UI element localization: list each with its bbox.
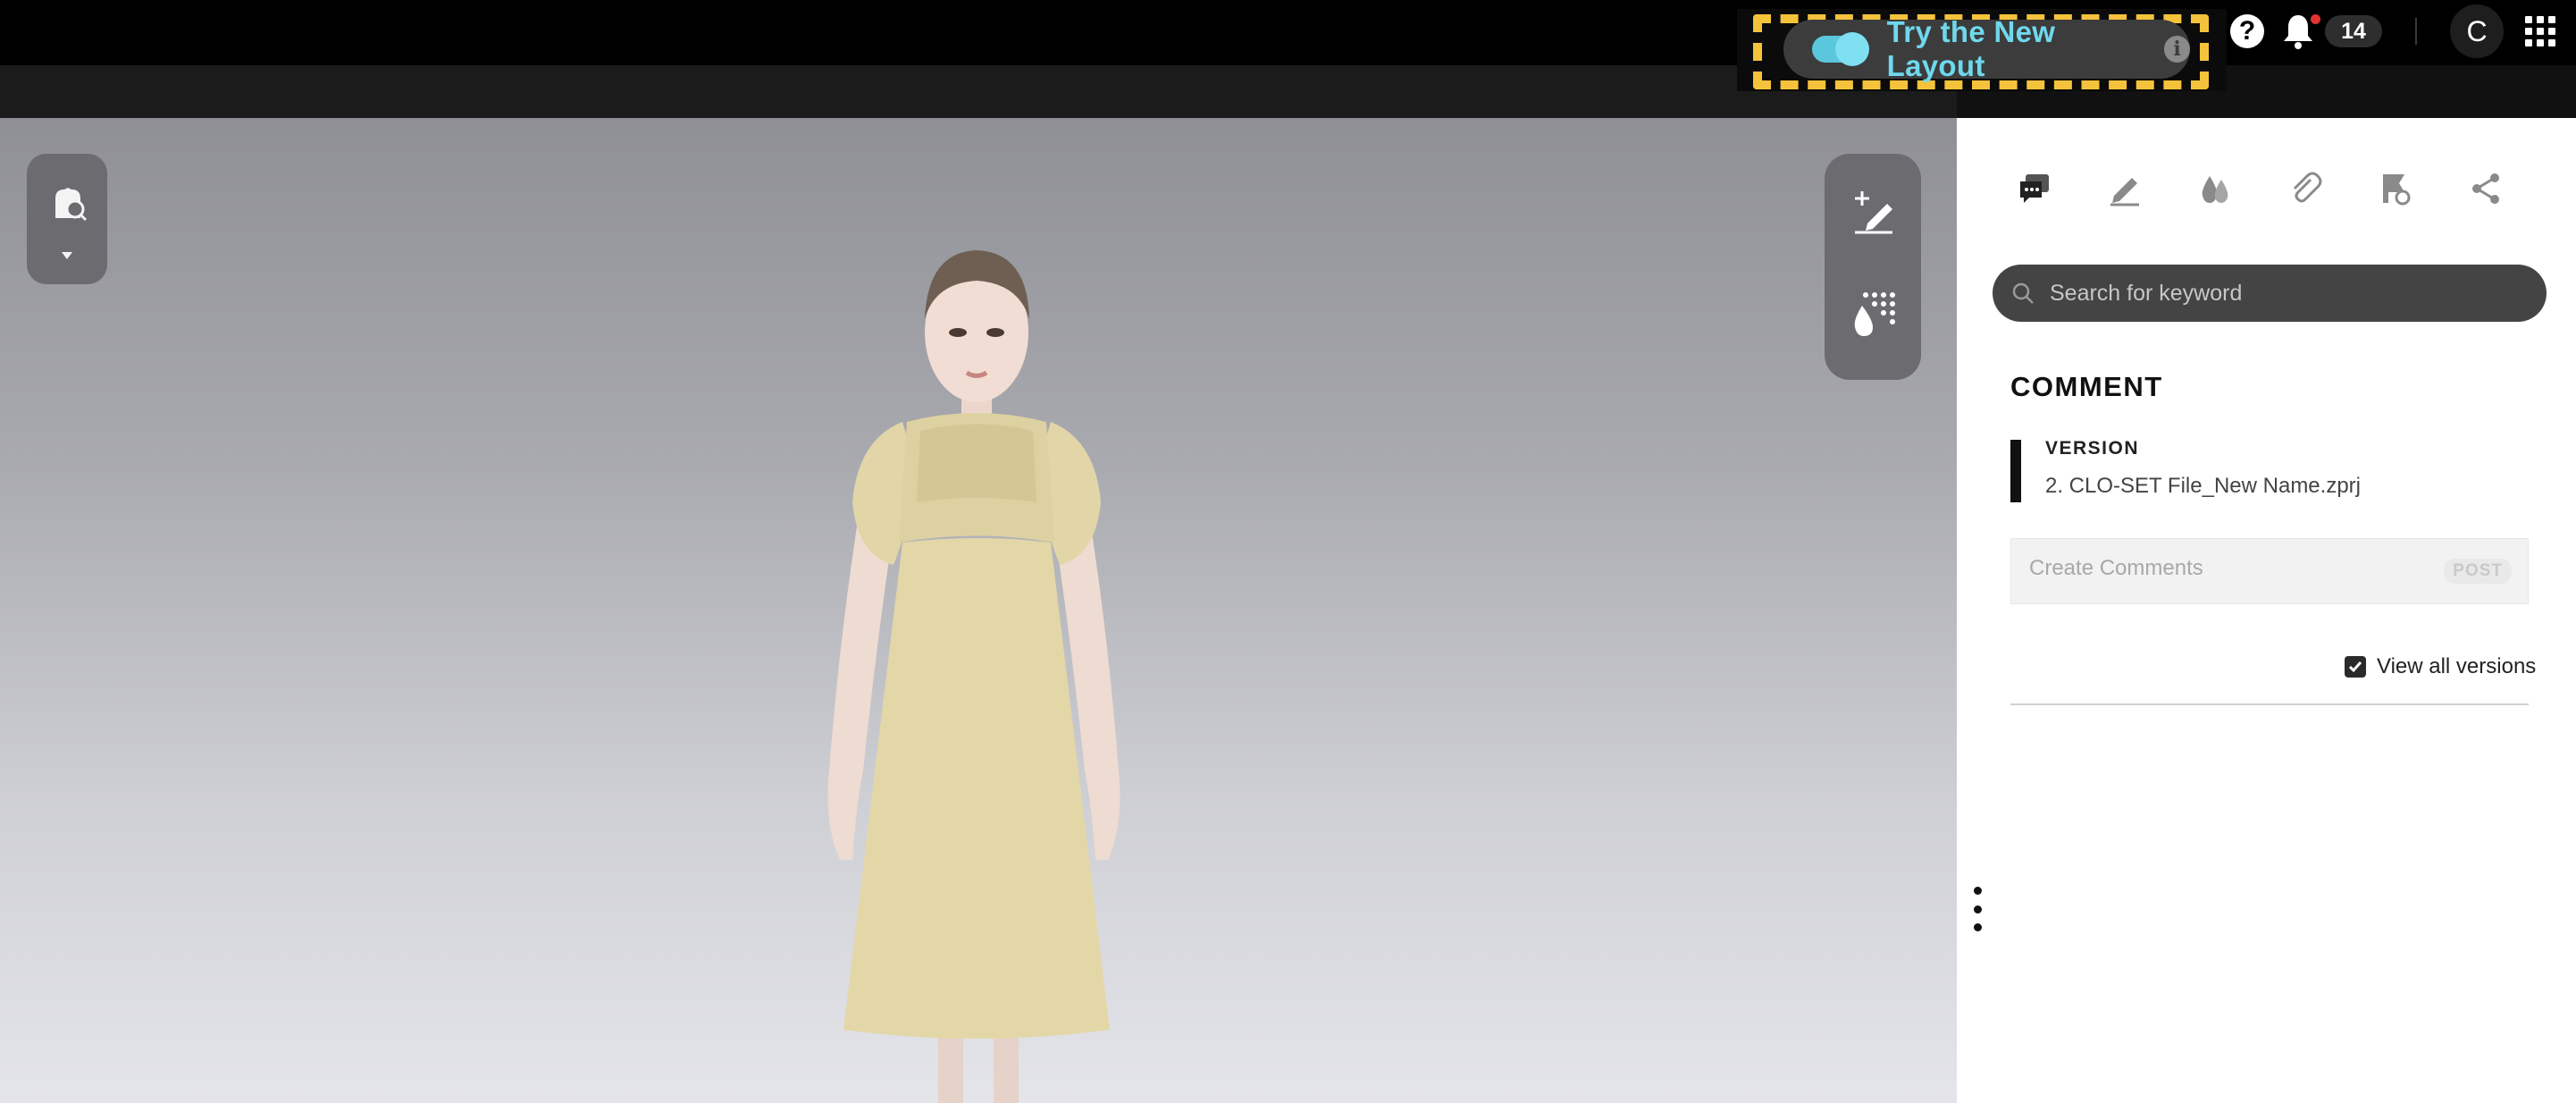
search-input[interactable] — [2048, 279, 2534, 307]
version-file-name: 2. CLO-SET File_New Name.zprj — [2045, 474, 2361, 498]
checkmark-icon — [2348, 661, 2362, 673]
notification-dot — [2311, 14, 2320, 24]
try-new-layout-button[interactable]: Try the New Layout i — [1783, 15, 2190, 82]
avatar-figure — [827, 250, 1120, 1103]
sub-bar — [0, 65, 1957, 118]
avatar[interactable]: C — [2450, 4, 2504, 58]
annotation-tool-menu — [1825, 154, 1921, 380]
toggle-icon[interactable] — [1812, 32, 1869, 66]
view-all-versions-label: View all versions — [2377, 654, 2537, 678]
try-new-layout-label: Try the New Layout — [1886, 15, 2056, 82]
more-options-icon[interactable] — [1973, 887, 1982, 931]
panel-divider — [2010, 703, 2529, 705]
avatar-tool-menu[interactable] — [27, 154, 107, 284]
top-divider — [2415, 18, 2417, 45]
help-icon[interactable]: ? — [2230, 14, 2264, 48]
search-bar[interactable] — [1993, 265, 2547, 322]
flag-link-icon[interactable] — [2373, 166, 2418, 211]
color-palette-icon[interactable] — [1850, 290, 1898, 338]
version-label: VERSION — [2045, 438, 2140, 459]
version-marker — [2010, 440, 2021, 502]
create-comment-input[interactable] — [2027, 555, 2406, 582]
add-annotation-pen-icon[interactable] — [1850, 188, 1896, 234]
colorway-drops-icon[interactable] — [2193, 166, 2237, 211]
view-all-versions[interactable]: View all versions — [2345, 654, 2536, 679]
search-icon — [2012, 282, 2034, 304]
comment-icon[interactable] — [2012, 166, 2057, 211]
comment-title: COMMENT — [2010, 371, 2163, 402]
notification-count[interactable]: 14 — [2325, 15, 2382, 47]
right-panel: COMMENT VERSION 2. CLO-SET File_New Name… — [1957, 118, 2576, 1103]
create-comment-box: POST — [2010, 538, 2529, 604]
post-button[interactable]: POST — [2444, 559, 2512, 584]
avatar-search-icon[interactable] — [48, 182, 88, 222]
apps-grid-icon[interactable] — [2525, 16, 2555, 46]
3d-viewport[interactable] — [0, 118, 1957, 1103]
share-icon[interactable] — [2463, 166, 2508, 211]
info-icon[interactable]: i — [2164, 36, 2190, 63]
paperclip-icon[interactable] — [2283, 166, 2328, 211]
caret-down-icon[interactable] — [60, 250, 74, 261]
view-all-versions-checkbox[interactable] — [2345, 656, 2366, 678]
pencil-icon[interactable] — [2102, 166, 2147, 211]
panel-tabs — [1957, 166, 2576, 211]
